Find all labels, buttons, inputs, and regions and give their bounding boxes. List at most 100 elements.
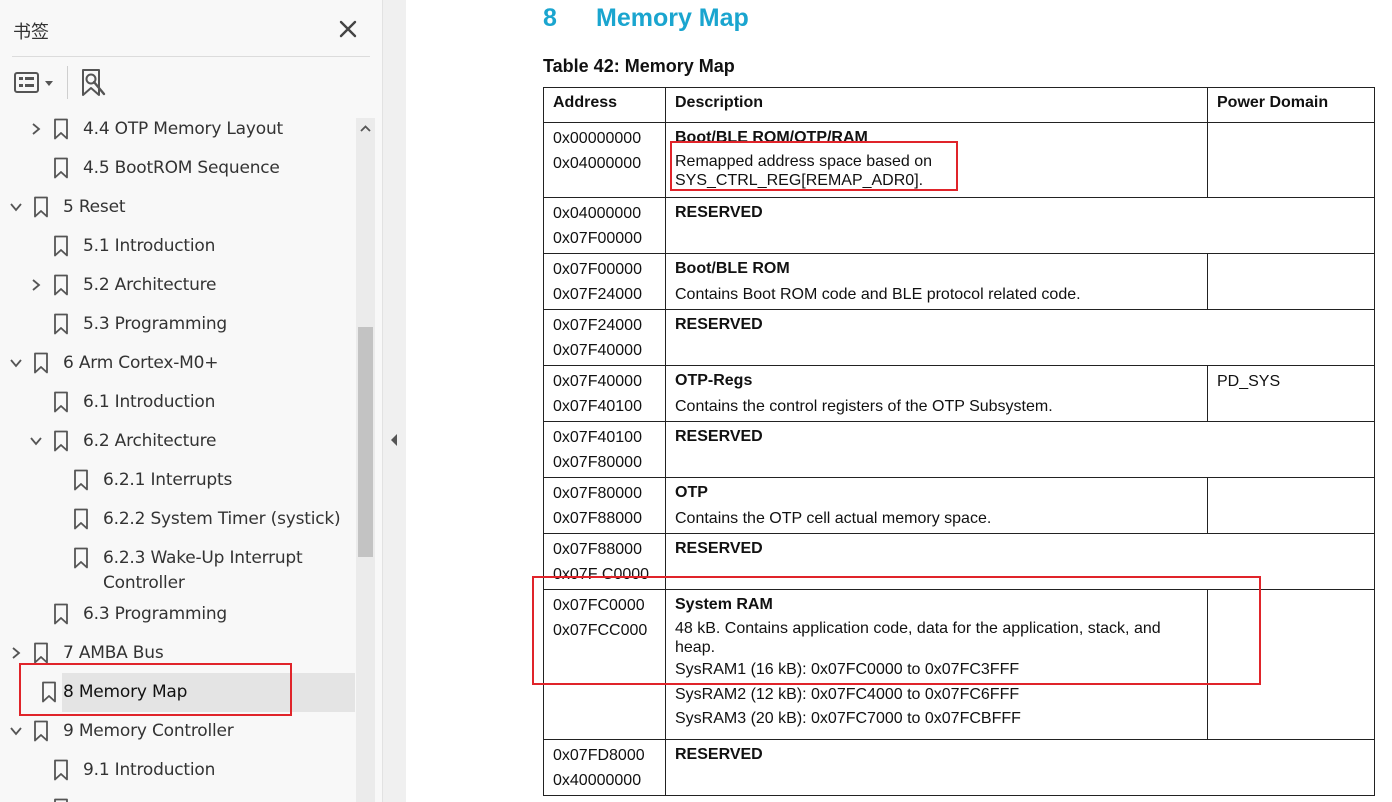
- bookmark-item[interactable]: 5.3 Programming: [0, 305, 355, 344]
- bookmark-item[interactable]: 6 Arm Cortex-M0+: [0, 344, 355, 383]
- end-address: 0x07F C0000: [553, 565, 650, 583]
- region-description: Contains the OTP cell actual memory spac…: [675, 510, 992, 527]
- bookmark-label: 8 Memory Map: [63, 682, 188, 702]
- chevron-right-icon[interactable]: [29, 278, 43, 292]
- power-domain-value: PD_SYS: [1217, 373, 1281, 390]
- bookmarks-panel: 书签 4.4 OTP Memory Layout 4.5 BootROM Sequ…: [0, 0, 383, 802]
- address-cell: 0x07F24000 0x07F40000: [543, 309, 666, 366]
- start-address: 0x07F40100: [553, 429, 642, 446]
- bookmark-scrollbar[interactable]: [356, 118, 375, 802]
- chevron-down-icon[interactable]: [29, 434, 43, 448]
- start-address: 0x07FC0000: [553, 597, 645, 614]
- bookmark-label: 4.4 OTP Memory Layout: [83, 119, 283, 139]
- bookmark-item[interactable]: [0, 790, 355, 802]
- description-cell: Boot/BLE ROM Contains Boot ROM code and B…: [665, 253, 1208, 310]
- bookmark-label: 6.2.3 Wake-Up Interrupt: [103, 548, 303, 568]
- bookmark-options-button[interactable]: [14, 70, 58, 96]
- bookmark-item[interactable]: 6.2 Architecture: [0, 422, 355, 461]
- scrollbar-thumb[interactable]: [358, 327, 373, 557]
- chevron-down-icon[interactable]: [9, 356, 23, 370]
- region-name: OTP-Regs: [675, 372, 753, 389]
- description-cell: RESERVED: [665, 533, 1375, 590]
- bookmark-icon: [54, 759, 68, 781]
- bookmark-item[interactable]: 9.1 Introduction: [0, 751, 355, 790]
- bookmark-icon: [74, 547, 88, 569]
- address-cell: 0x07FD8000 0x40000000: [543, 739, 666, 796]
- bookmark-icon: [54, 157, 68, 179]
- table-row: 0x07F24000 0x07F40000 RESERVED: [543, 309, 1375, 366]
- table-caption: Table 42: Memory Map: [543, 56, 735, 76]
- document-page: 8 Memory Map Table 42: Memory Map Address…: [406, 0, 1392, 802]
- bookmark-label: 6 Arm Cortex-M0+: [63, 353, 219, 373]
- bookmark-icon: [54, 430, 68, 452]
- description-cell: Boot/BLE ROM/OTP/RAM Remapped address spa…: [665, 122, 1208, 198]
- description-cell: RESERVED: [665, 421, 1375, 478]
- chevron-right-icon[interactable]: [9, 646, 23, 660]
- bookmark-item[interactable]: 8 Memory Map: [42, 673, 355, 712]
- bookmark-label: 6.2.2 System Timer (systick): [103, 509, 341, 529]
- bookmark-icon: [34, 720, 48, 742]
- power-domain-value: [1217, 590, 1365, 619]
- power-domain-cell: [1207, 589, 1375, 740]
- section-heading: 8 Memory Map: [543, 4, 749, 33]
- collapse-left-icon[interactable]: [389, 433, 399, 447]
- bookmark-item[interactable]: 5.1 Introduction: [0, 227, 355, 266]
- start-address: 0x07F00000: [553, 261, 642, 278]
- bookmark-item[interactable]: 6.2.3 Wake-Up Interrupt Controller: [0, 539, 355, 595]
- find-bookmark-button[interactable]: [80, 68, 106, 98]
- region-name: RESERVED: [675, 540, 763, 557]
- bookmark-item[interactable]: 6.3 Programming: [0, 595, 355, 634]
- bookmark-label-continued: Controller: [103, 573, 185, 593]
- bookmark-item[interactable]: 4.4 OTP Memory Layout: [0, 110, 355, 149]
- sysram-range: SysRAM2 (12 kB): 0x07FC4000 to 0x07FC6FF…: [675, 685, 1020, 703]
- bookmark-icon: [54, 274, 68, 296]
- scroll-up-icon[interactable]: [356, 120, 375, 138]
- address-cell: 0x07FC0000 0x07FCC000: [543, 589, 666, 740]
- bookmark-icon: [54, 235, 68, 257]
- bookmark-item[interactable]: 5 Reset: [0, 188, 355, 227]
- bookmark-item[interactable]: 4.5 BootROM Sequence: [0, 149, 355, 188]
- end-address: 0x07F88000: [553, 509, 642, 527]
- region-name: RESERVED: [675, 746, 763, 763]
- sysram-range: SysRAM3 (20 kB): 0x07FC7000 to 0x07FCBFF…: [675, 710, 1021, 727]
- bookmark-label: 9.1 Introduction: [83, 760, 216, 780]
- region-description: SYS_CTRL_REG[REMAP_ADR0].: [675, 172, 924, 189]
- region-name: Boot/BLE ROM: [675, 260, 790, 277]
- region-description: 48 kB. Contains application code, data f…: [675, 620, 1161, 637]
- bookmark-icon: [42, 681, 56, 703]
- table-header-row: Address Description Power Domain: [543, 87, 1375, 123]
- end-address: 0x07F24000: [553, 285, 642, 303]
- close-panel-button[interactable]: [336, 17, 360, 41]
- bookmark-icon: [54, 391, 68, 413]
- bookmark-item[interactable]: 5.2 Architecture: [0, 266, 355, 305]
- bookmark-label: 7 AMBA Bus: [63, 643, 164, 663]
- panel-title: 书签: [13, 22, 49, 43]
- end-address: 0x07F00000: [553, 229, 642, 247]
- bookmark-icon: [34, 642, 48, 664]
- sysram-range: SysRAM1 (16 kB): 0x07FC0000 to 0x07FC3FF…: [675, 661, 1020, 678]
- table-row: 0x07FC0000 0x07FCC000 System RAM 48 kB. Con…: [543, 589, 1375, 740]
- region-name: RESERVED: [675, 428, 763, 445]
- bookmark-item[interactable]: 9 Memory Controller: [0, 712, 355, 751]
- bookmark-icon: [54, 798, 68, 802]
- bookmark-item[interactable]: 6.2.1 Interrupts: [0, 461, 355, 500]
- chevron-down-icon[interactable]: [9, 200, 23, 214]
- table-row: 0x07F40100 0x07F80000 RESERVED: [543, 421, 1375, 478]
- bookmark-item[interactable]: 7 AMBA Bus: [0, 634, 355, 673]
- region-name: System RAM: [675, 596, 773, 613]
- find-bookmark-icon: [82, 69, 106, 96]
- table-row: 0x07FD8000 0x40000000 RESERVED: [543, 739, 1375, 796]
- bookmark-item[interactable]: 6.1 Introduction: [0, 383, 355, 422]
- start-address: 0x07F40000: [553, 373, 642, 390]
- chevron-right-icon[interactable]: [29, 122, 43, 136]
- region-name: Boot/BLE ROM/OTP/RAM: [675, 129, 868, 146]
- bookmark-label: 6.2 Architecture: [83, 431, 217, 451]
- table-row: 0x04000000 0x07F00000 RESERVED: [543, 197, 1375, 254]
- bookmark-label: 6.2.1 Interrupts: [103, 470, 233, 490]
- bookmark-item[interactable]: 6.2.2 System Timer (systick): [0, 500, 355, 539]
- chevron-down-icon[interactable]: [9, 724, 23, 738]
- start-address: 0x00000000: [553, 130, 642, 147]
- collapse-panel-strip[interactable]: [383, 0, 406, 802]
- section-number: 8: [543, 4, 557, 32]
- bookmark-label: 5.3 Programming: [83, 314, 228, 334]
